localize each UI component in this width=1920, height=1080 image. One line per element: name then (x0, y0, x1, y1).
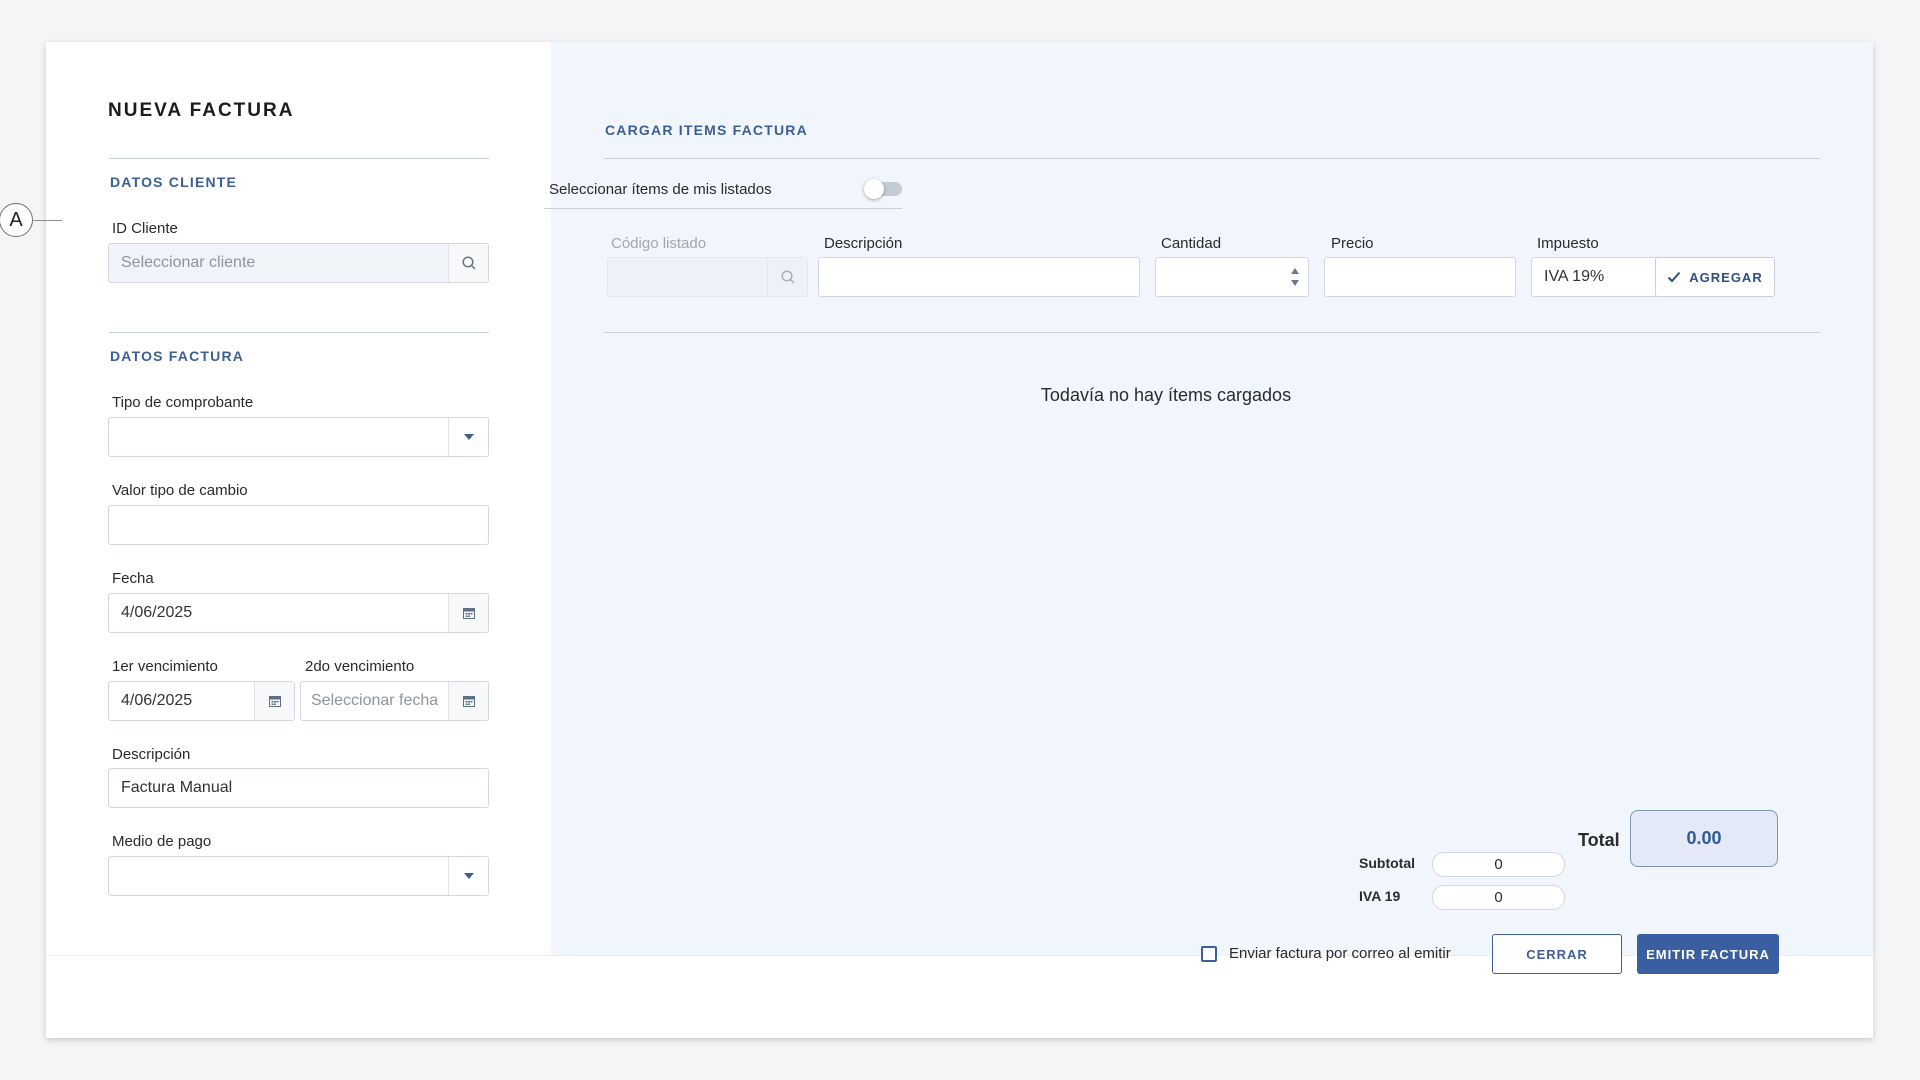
id-cliente-label: ID Cliente (112, 220, 178, 237)
modal-title: NUEVA FACTURA (108, 100, 295, 121)
section-divider (109, 332, 489, 333)
fecha-label: Fecha (112, 570, 154, 587)
chevron-down-icon[interactable] (448, 418, 488, 456)
venc2-placeholder: Seleccionar fecha (311, 692, 439, 709)
section-divider (604, 332, 1820, 333)
agregar-button[interactable]: AGREGAR (1655, 257, 1775, 297)
iva-label: IVA 19 (1359, 888, 1401, 904)
calendar-icon[interactable] (448, 594, 488, 632)
section-datos-factura: DATOS FACTURA (110, 348, 245, 364)
tipo-comprobante-select[interactable] (108, 417, 489, 457)
venc1-value: 4/06/2025 (121, 692, 193, 709)
subtotal-field: 0 (1432, 852, 1565, 877)
section-cargar-items: CARGAR ITEMS FACTURA (605, 122, 808, 138)
cantidad-stepper[interactable] (1155, 257, 1309, 297)
toggle-knob (864, 179, 884, 199)
venc2-input[interactable]: Seleccionar fecha (300, 681, 489, 721)
impuesto-value: IVA 19% (1544, 268, 1605, 285)
venc2-label: 2do vencimiento (305, 658, 415, 675)
calendar-icon[interactable] (448, 682, 488, 720)
calendar-icon[interactable] (254, 682, 294, 720)
iva-field: 0 (1432, 885, 1565, 910)
list-items-toggle[interactable] (864, 179, 902, 199)
descripcion-input[interactable]: Factura Manual (108, 768, 489, 808)
medio-pago-select[interactable] (108, 856, 489, 896)
fecha-input[interactable]: 4/06/2025 (108, 593, 489, 633)
client-select-input[interactable]: Seleccionar cliente (108, 243, 489, 283)
total-label: Total (1578, 830, 1620, 850)
section-divider (109, 158, 489, 159)
annotation-marker: A (0, 203, 33, 237)
check-icon (1668, 271, 1681, 283)
section-datos-cliente: DATOS CLIENTE (110, 174, 238, 190)
subtotal-label: Subtotal (1359, 855, 1415, 871)
tipo-cambio-label: Valor tipo de cambio (112, 482, 248, 499)
venc1-label: 1er vencimiento (112, 658, 218, 675)
tipo-comprobante-label: Tipo de comprobante (112, 394, 254, 411)
descripcion-label: Descripción (112, 746, 191, 763)
toggle-label: Seleccionar ítems de mis listados (549, 181, 772, 198)
precio-input[interactable] (1324, 257, 1516, 297)
codigo-listado-input[interactable] (607, 257, 808, 297)
agregar-label: AGREGAR (1689, 269, 1763, 285)
codigo-listado-label: Código listado (611, 235, 707, 252)
client-placeholder: Seleccionar cliente (121, 254, 256, 271)
cerrar-button[interactable]: CERRAR (1492, 934, 1622, 974)
impuesto-label: Impuesto (1537, 235, 1599, 252)
chevron-down-icon[interactable] (448, 857, 488, 895)
email-checkbox[interactable] (1201, 946, 1217, 962)
fecha-value: 4/06/2025 (121, 604, 193, 621)
annotation-line (32, 220, 62, 221)
left-panel: NUEVA FACTURA DATOS CLIENTE ID Cliente S… (46, 42, 551, 1038)
email-checkbox-label: Enviar factura por correo al emitir (1229, 945, 1451, 962)
emitir-factura-button[interactable]: EMITIR FACTURA (1637, 934, 1779, 974)
stepper-arrows-icon[interactable] (1282, 258, 1308, 296)
search-icon[interactable] (448, 244, 488, 282)
medio-pago-label: Medio de pago (112, 833, 212, 850)
venc1-input[interactable]: 4/06/2025 (108, 681, 295, 721)
total-field: 0.00 (1630, 810, 1778, 867)
search-icon[interactable] (767, 258, 807, 296)
cantidad-label: Cantidad (1161, 235, 1222, 252)
invoice-modal: NUEVA FACTURA DATOS CLIENTE ID Cliente S… (46, 42, 1873, 1038)
empty-items-message: Todavía no hay ítems cargados (1040, 385, 1292, 405)
toggle-row: Seleccionar ítems de mis listados (544, 177, 902, 209)
item-descripcion-label: Descripción (824, 235, 903, 252)
precio-label: Precio (1331, 235, 1374, 252)
descripcion-value: Factura Manual (121, 779, 233, 796)
tipo-cambio-input[interactable] (108, 505, 489, 545)
section-divider (604, 158, 1820, 159)
item-descripcion-input[interactable] (818, 257, 1140, 297)
